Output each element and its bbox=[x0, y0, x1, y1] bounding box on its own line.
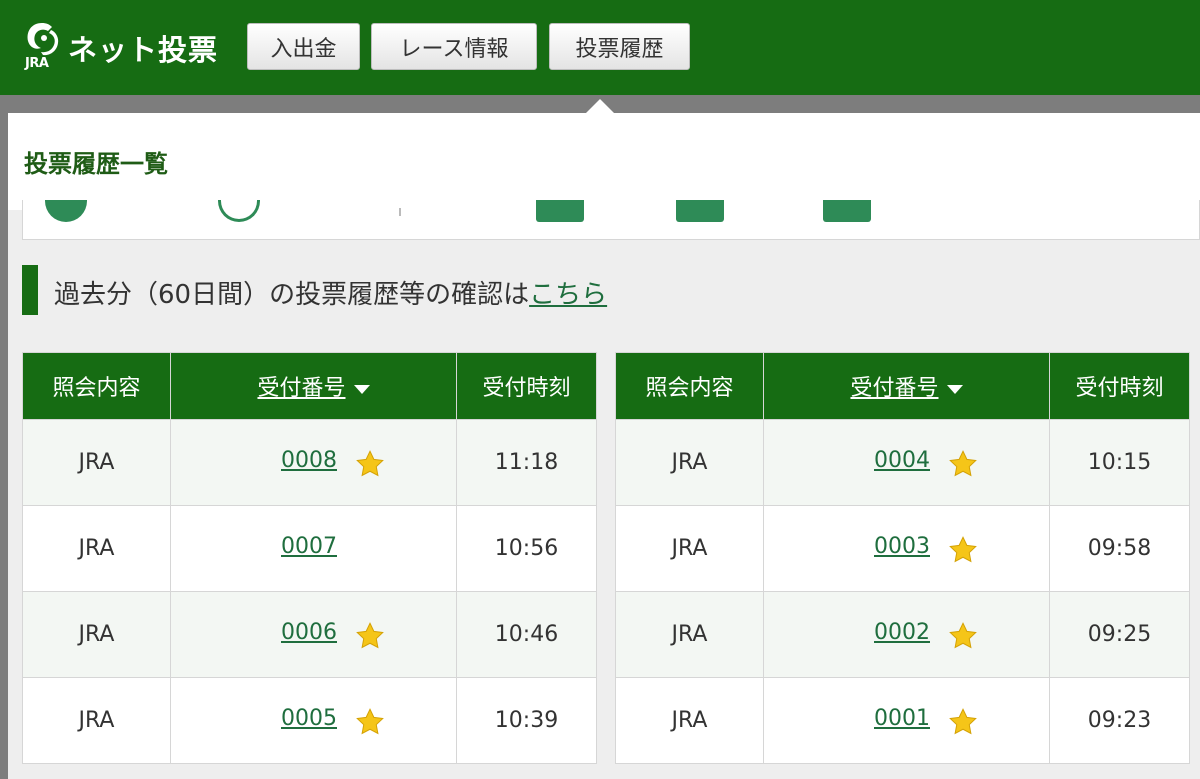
receipt-number-link[interactable]: 0006 bbox=[281, 620, 337, 645]
receipt-number-link[interactable]: 0008 bbox=[281, 448, 337, 473]
table-row: JRA 0008 11:18 bbox=[22, 419, 597, 506]
cell-type: JRA bbox=[22, 591, 171, 678]
cell-type: JRA bbox=[22, 677, 171, 764]
cell-type: JRA bbox=[615, 419, 764, 506]
app-header: JRA ネット投票 入出金 レース情報 投票履歴 bbox=[0, 0, 1200, 95]
cell-number: 0008 bbox=[170, 419, 457, 506]
receipt-number-link[interactable]: 0004 bbox=[874, 448, 930, 473]
star-icon[interactable] bbox=[355, 707, 385, 737]
cell-time: 10:46 bbox=[456, 591, 597, 678]
cell-number: 0002 bbox=[763, 591, 1050, 678]
table-row: JRA 0007 10:56 bbox=[22, 505, 597, 592]
history-popup: 投票履歴一覧 bbox=[8, 113, 1200, 210]
cell-time: 09:58 bbox=[1049, 505, 1190, 592]
cell-time: 09:23 bbox=[1049, 677, 1190, 764]
cell-time: 10:15 bbox=[1049, 419, 1190, 506]
star-icon[interactable] bbox=[948, 449, 978, 479]
star-icon[interactable] bbox=[948, 535, 978, 565]
star-icon[interactable] bbox=[948, 621, 978, 651]
col-header-time: 受付時刻 bbox=[1049, 352, 1190, 420]
history-table-left: 照会内容 受付番号 受付時刻 JRA 0008 11:18 JRA 0007 1… bbox=[22, 352, 597, 764]
status-block bbox=[823, 200, 871, 222]
nav-race-info-button[interactable]: レース情報 bbox=[371, 23, 537, 70]
cell-time: 11:18 bbox=[456, 419, 597, 506]
table-row: JRA 0006 10:46 bbox=[22, 591, 597, 678]
status-block bbox=[676, 200, 724, 222]
cell-time: 09:25 bbox=[1049, 591, 1190, 678]
star-icon[interactable] bbox=[355, 449, 385, 479]
logo-jra-text: JRA bbox=[25, 56, 49, 71]
table-header-row: 照会内容 受付番号 受付時刻 bbox=[615, 352, 1190, 420]
cell-number: 0005 bbox=[170, 677, 457, 764]
col-header-type: 照会内容 bbox=[22, 352, 171, 420]
popup-caret bbox=[586, 99, 614, 113]
cell-number: 0001 bbox=[763, 677, 1050, 764]
cell-type: JRA bbox=[615, 505, 764, 592]
cell-time: 10:56 bbox=[456, 505, 597, 592]
col-header-number[interactable]: 受付番号 bbox=[170, 352, 457, 420]
table-header-row: 照会内容 受付番号 受付時刻 bbox=[22, 352, 597, 420]
modal-backdrop-left[interactable] bbox=[0, 95, 8, 779]
cell-number: 0007 bbox=[170, 505, 457, 592]
cell-number: 0004 bbox=[763, 419, 1050, 506]
star-icon[interactable] bbox=[948, 707, 978, 737]
sort-down-icon[interactable] bbox=[353, 384, 370, 394]
sort-down-icon[interactable] bbox=[946, 384, 963, 394]
past-history-note: 過去分（60日間）の投票履歴等の確認はこちら bbox=[54, 274, 607, 311]
sort-number-link[interactable]: 受付番号 bbox=[257, 376, 345, 401]
history-table-right: 照会内容 受付番号 受付時刻 JRA 0004 10:15 JRA 0003 0… bbox=[615, 352, 1190, 764]
status-block bbox=[536, 200, 584, 222]
status-dot-filled bbox=[45, 200, 87, 222]
receipt-number-link[interactable]: 0001 bbox=[874, 706, 930, 731]
section-marker bbox=[22, 265, 38, 315]
cell-type: JRA bbox=[22, 419, 171, 506]
cell-number: 0006 bbox=[170, 591, 457, 678]
cell-time: 10:39 bbox=[456, 677, 597, 764]
popup-title: 投票履歴一覧 bbox=[24, 150, 168, 178]
past-history-text: 過去分（60日間）の投票履歴等の確認は bbox=[54, 280, 530, 310]
col-header-number[interactable]: 受付番号 bbox=[763, 352, 1050, 420]
receipt-number-link[interactable]: 0007 bbox=[281, 534, 337, 559]
table-row: JRA 0001 09:23 bbox=[615, 677, 1190, 764]
table-row: JRA 0005 10:39 bbox=[22, 677, 597, 764]
receipt-number-link[interactable]: 0003 bbox=[874, 534, 930, 559]
table-row: JRA 0002 09:25 bbox=[615, 591, 1190, 678]
status-divider bbox=[399, 208, 401, 216]
receipt-number-link[interactable]: 0002 bbox=[874, 620, 930, 645]
nav-vote-history-button[interactable]: 投票履歴 bbox=[549, 23, 690, 70]
table-row: JRA 0004 10:15 bbox=[615, 419, 1190, 506]
receipt-number-link[interactable]: 0005 bbox=[281, 706, 337, 731]
cell-type: JRA bbox=[615, 591, 764, 678]
nav-deposit-withdraw-button[interactable]: 入出金 bbox=[247, 23, 360, 70]
status-card bbox=[22, 200, 1200, 240]
cell-type: JRA bbox=[22, 505, 171, 592]
status-dot-outline bbox=[218, 200, 260, 222]
col-header-type: 照会内容 bbox=[615, 352, 764, 420]
col-header-time: 受付時刻 bbox=[456, 352, 597, 420]
cell-type: JRA bbox=[615, 677, 764, 764]
star-icon[interactable] bbox=[355, 621, 385, 651]
logo-title: ネット投票 bbox=[68, 33, 219, 67]
cell-number: 0003 bbox=[763, 505, 1050, 592]
jra-logo[interactable]: JRA ネット投票 bbox=[20, 18, 230, 78]
past-history-link[interactable]: こちら bbox=[529, 280, 607, 310]
sort-number-link[interactable]: 受付番号 bbox=[850, 376, 938, 401]
table-row: JRA 0003 09:58 bbox=[615, 505, 1190, 592]
